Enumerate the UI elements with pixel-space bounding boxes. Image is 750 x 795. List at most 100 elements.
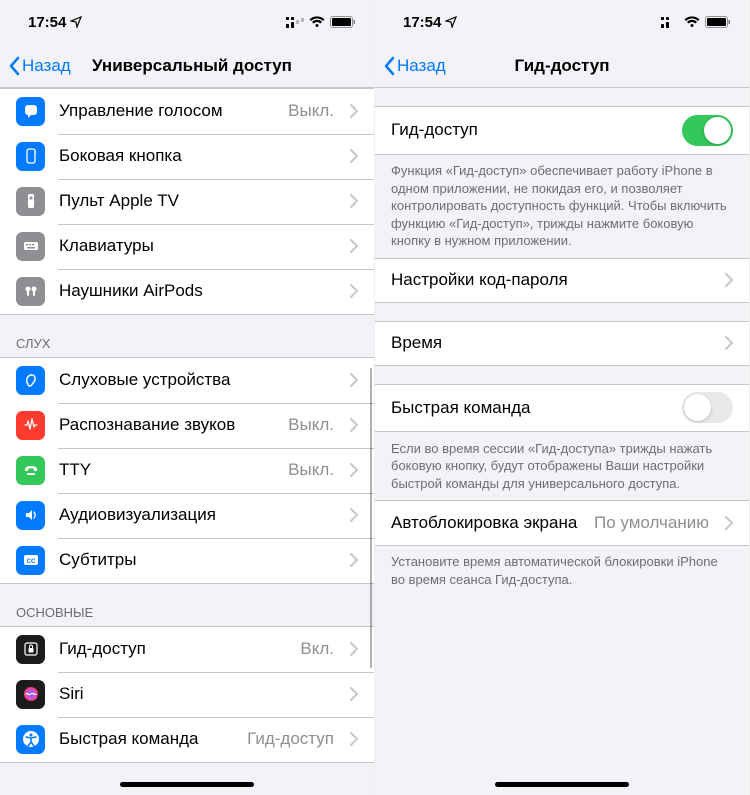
svg-text:CC: CC <box>26 559 35 565</box>
content-scroll[interactable]: Управление голосом Выкл. Боковая кнопка Пул… <box>0 88 374 795</box>
row-label: Субтитры <box>59 550 336 570</box>
list-item[interactable]: Наушники AirPods <box>0 269 374 314</box>
chevron-right-icon <box>725 516 733 530</box>
content-scroll[interactable]: Гид-доступ Функция «Гид-доступ» обеспечи… <box>375 88 749 795</box>
cell-icon <box>286 17 304 28</box>
row-label: Аудиовизуализация <box>59 505 336 525</box>
status-time: 17:54 <box>28 14 66 31</box>
list-item[interactable]: TTY Выкл. <box>0 448 374 493</box>
status-bar: 17:54 <box>0 0 374 44</box>
chevron-right-icon <box>725 273 733 287</box>
chevron-left-icon <box>8 56 20 76</box>
row-value: Гид-доступ <box>247 729 334 749</box>
chevron-right-icon <box>350 149 358 163</box>
row-accessibility-shortcut[interactable]: Быстрая команда <box>375 384 749 431</box>
location-icon <box>70 16 82 28</box>
row-time-limits[interactable]: Время <box>375 321 749 365</box>
chevron-right-icon <box>350 553 358 567</box>
chevron-right-icon <box>350 373 358 387</box>
siri-icon <box>16 680 45 709</box>
chevron-left-icon <box>383 56 395 76</box>
battery-icon <box>330 16 356 28</box>
back-label: Назад <box>397 56 446 76</box>
list-item[interactable]: Управление голосом Выкл. <box>0 89 374 134</box>
section-footer: Если во время сессии «Гид-доступа» трижд… <box>375 432 749 501</box>
row-label: Гид-доступ <box>59 639 286 659</box>
wifi-icon <box>684 16 700 28</box>
row-label: Боковая кнопка <box>59 146 336 166</box>
cell-icon <box>661 17 679 28</box>
chevron-right-icon <box>350 642 358 656</box>
row-autolock[interactable]: Автоблокировка экрана По умолчанию <box>375 501 749 545</box>
location-icon <box>445 16 457 28</box>
list-item[interactable]: Боковая кнопка <box>0 134 374 179</box>
row-label: Настройки код-пароля <box>391 270 711 290</box>
chevron-right-icon <box>350 463 358 477</box>
row-label: TTY <box>59 460 274 480</box>
section-footer: Установите время автоматической блокиров… <box>375 545 749 596</box>
row-label: Распознавание звуков <box>59 415 274 435</box>
side-button-icon <box>16 142 45 171</box>
row-value: По умолчанию <box>594 513 709 533</box>
toggle-guided-access[interactable] <box>682 115 733 146</box>
row-label: Автоблокировка экрана <box>391 513 580 533</box>
airpods-icon <box>16 277 45 306</box>
home-indicator[interactable] <box>495 782 629 787</box>
row-label: Клавиатуры <box>59 236 336 256</box>
nav-bar: Назад Универсальный доступ <box>0 44 374 88</box>
row-value: Вкл. <box>300 639 334 659</box>
back-button[interactable]: Назад <box>383 56 446 76</box>
hearing-icon <box>16 366 45 395</box>
chevron-right-icon <box>350 194 358 208</box>
list-item[interactable]: Слуховые устройства <box>0 358 374 403</box>
list-item[interactable]: CC Субтитры <box>0 538 374 583</box>
back-label: Назад <box>22 56 71 76</box>
row-label: Быстрая команда <box>59 729 233 749</box>
chevron-right-icon <box>350 239 358 253</box>
audio-vis-icon <box>16 501 45 530</box>
row-value: Выкл. <box>288 460 334 480</box>
row-label: Пульт Apple TV <box>59 191 336 211</box>
subtitles-icon: CC <box>16 546 45 575</box>
phone-accessibility: 17:54 Назад Универсальный доступ Управле… <box>0 0 375 795</box>
toggle-shortcut[interactable] <box>682 392 733 423</box>
row-label: Быстрая команда <box>391 398 668 418</box>
voice-icon <box>16 97 45 126</box>
nav-bar: Назад Гид-доступ <box>375 44 749 88</box>
row-label: Управление голосом <box>59 101 274 121</box>
battery-icon <box>705 16 731 28</box>
row-label: Время <box>391 333 711 353</box>
section-header: ОСНОВНЫЕ <box>0 583 374 626</box>
chevron-right-icon <box>350 687 358 701</box>
list-item[interactable]: Гид-доступ Вкл. <box>0 627 374 672</box>
list-item[interactable]: Распознавание звуков Выкл. <box>0 403 374 448</box>
status-time: 17:54 <box>403 14 441 31</box>
apple-tv-icon <box>16 187 45 216</box>
chevron-right-icon <box>350 418 358 432</box>
chevron-right-icon <box>350 508 358 522</box>
guided-access-icon <box>16 635 45 664</box>
chevron-right-icon <box>725 336 733 350</box>
list-item[interactable]: Пульт Apple TV <box>0 179 374 224</box>
tty-icon <box>16 456 45 485</box>
row-passcode-settings[interactable]: Настройки код-пароля <box>375 258 749 302</box>
list-item[interactable]: Siri <box>0 672 374 717</box>
row-guided-access[interactable]: Гид-доступ <box>375 107 749 154</box>
back-button[interactable]: Назад <box>8 56 71 76</box>
wifi-icon <box>309 16 325 28</box>
list-item[interactable]: Аудиовизуализация <box>0 493 374 538</box>
list-item[interactable]: Клавиатуры <box>0 224 374 269</box>
scroll-indicator[interactable] <box>370 368 373 668</box>
row-label: Siri <box>59 684 336 704</box>
shortcut-icon <box>16 725 45 754</box>
row-value: Выкл. <box>288 415 334 435</box>
row-value: Выкл. <box>288 101 334 121</box>
keyboard-icon <box>16 232 45 261</box>
list-item[interactable]: Быстрая команда Гид-доступ <box>0 717 374 762</box>
phone-guided-access: 17:54 Назад Гид-доступ Гид-доступ Функци… <box>375 0 750 795</box>
sound-rec-icon <box>16 411 45 440</box>
home-indicator[interactable] <box>120 782 254 787</box>
chevron-right-icon <box>350 732 358 746</box>
section-header: СЛУХ <box>0 314 374 357</box>
chevron-right-icon <box>350 284 358 298</box>
